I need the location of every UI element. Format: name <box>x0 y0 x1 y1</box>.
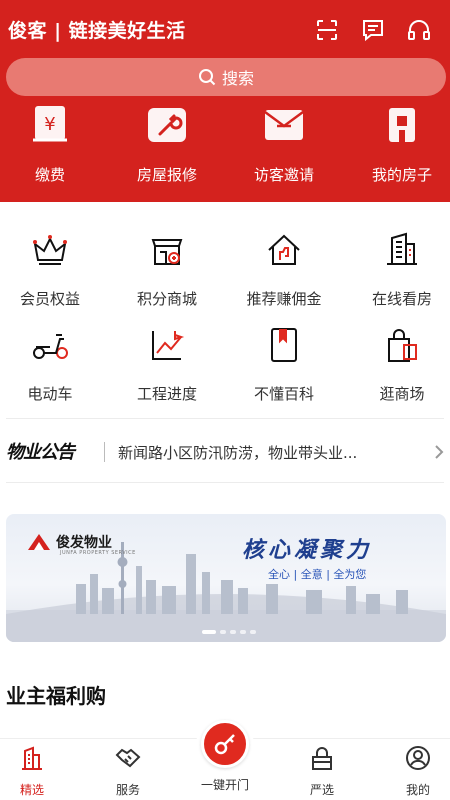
quick-action-label: 访客邀请 <box>253 166 314 184</box>
visitor-invite-icon <box>264 110 304 140</box>
message-icon[interactable] <box>359 16 387 44</box>
quick-action-payment[interactable]: ¥ 缴费 <box>0 104 100 185</box>
key-icon <box>214 734 235 755</box>
divider <box>6 482 444 483</box>
header: 俊客 | 链接美好生活 搜索 ¥ 缴费 房屋报修 访客邀请 我的房子 <box>0 0 450 202</box>
service-label: 推荐赚佣金 <box>246 290 322 308</box>
svg-text:¥: ¥ <box>44 114 55 135</box>
search-placeholder: 搜索 <box>221 69 254 88</box>
tab-label: 我的 <box>405 783 430 797</box>
banner-pagination <box>202 630 260 634</box>
company-logo-icon <box>28 534 50 550</box>
banner-slogan-sub: 全心 | 全意 | 全为您 <box>268 568 367 581</box>
tab-service[interactable]: 服务 <box>98 745 158 798</box>
tab-mine[interactable]: 我的 <box>388 745 448 798</box>
user-icon <box>406 746 430 770</box>
service-e-bike[interactable]: 电动车 <box>0 325 100 404</box>
service-points-store[interactable]: 积分商城 <box>117 230 217 309</box>
quick-action-repair[interactable]: 房屋报修 <box>117 104 217 185</box>
progress-chart-icon <box>152 331 185 360</box>
payment-icon: ¥ <box>33 106 67 142</box>
recommend-house-icon <box>268 234 300 265</box>
repair-icon <box>148 108 186 142</box>
quick-action-label: 缴费 <box>34 166 65 184</box>
book-icon <box>271 328 297 362</box>
section-title: 业主福利购 <box>6 684 106 708</box>
crown-icon <box>33 235 67 265</box>
service-recommend[interactable]: 推荐赚佣金 <box>234 230 334 309</box>
search-icon <box>198 69 216 86</box>
my-house-icon <box>389 108 415 142</box>
quick-action-label: 我的房子 <box>371 166 432 184</box>
quick-action-my-house[interactable]: 我的房子 <box>352 104 450 185</box>
service-label: 在线看房 <box>371 290 432 308</box>
banner-logo-subtitle: JUNFA PROPERTY SERVICE <box>60 550 136 556</box>
service-label: 不懂百科 <box>253 385 314 403</box>
search-bar[interactable]: 搜索 <box>6 58 446 96</box>
home-featured-icon <box>22 746 42 770</box>
service-encyclopedia[interactable]: 不懂百科 <box>234 325 334 404</box>
promo-banner[interactable]: 俊发物业 JUNFA PROPERTY SERVICE 核心凝聚力 全心 | 全… <box>6 514 446 642</box>
tab-selected[interactable]: 严选 <box>292 745 352 798</box>
banner-slogan: 核心凝聚力 <box>242 537 373 563</box>
service-member-benefits[interactable]: 会员权益 <box>0 230 100 309</box>
brand-title: 俊客 | 链接美好生活 <box>8 20 186 42</box>
scooter-icon <box>33 334 68 359</box>
tab-label: 精选 <box>19 783 44 797</box>
notice-separator <box>104 442 105 462</box>
scan-icon[interactable] <box>313 16 341 44</box>
service-label: 逛商场 <box>379 385 425 403</box>
quick-action-visitor[interactable]: 访客邀请 <box>234 104 334 185</box>
gift-box-icon <box>312 747 332 770</box>
notice-bar[interactable]: 物业公告 新闻路小区防汛防涝，物业带头业... <box>0 432 450 470</box>
points-store-icon <box>151 239 183 265</box>
pagination-dot <box>202 630 216 634</box>
chevron-right-icon <box>435 445 444 459</box>
pagination-dot <box>250 630 256 634</box>
top-bar: 俊客 | 链接美好生活 <box>0 12 450 48</box>
pagination-dot <box>220 630 226 634</box>
service-label: 电动车 <box>27 385 73 403</box>
divider <box>6 418 444 419</box>
banner-logo: 俊发物业 <box>26 532 112 552</box>
service-mall[interactable]: 逛商场 <box>352 325 450 404</box>
tab-label: 服务 <box>115 783 140 797</box>
service-label: 积分商城 <box>136 290 197 308</box>
service-label: 会员权益 <box>19 290 80 308</box>
service-project-progress[interactable]: 工程进度 <box>117 325 217 404</box>
one-key-open-button[interactable] <box>201 720 249 768</box>
one-key-open-label: 一键开门 <box>200 778 249 792</box>
banner-logo-text: 俊发物业 <box>56 535 112 551</box>
shopping-bag-icon <box>388 329 417 362</box>
handshake-icon <box>115 748 141 768</box>
pagination-dot <box>230 630 236 634</box>
headset-icon[interactable] <box>405 16 433 44</box>
pagination-dot <box>240 630 246 634</box>
service-label: 工程进度 <box>136 385 197 403</box>
tab-featured[interactable]: 精选 <box>2 745 62 798</box>
quick-action-label: 房屋报修 <box>136 166 197 184</box>
notice-text: 新闻路小区防汛防涝，物业带头业... <box>118 444 358 462</box>
building-icon <box>387 232 417 265</box>
notice-title: 物业公告 <box>6 442 75 463</box>
tab-label: 严选 <box>309 783 334 797</box>
service-online-viewing[interactable]: 在线看房 <box>352 230 450 309</box>
